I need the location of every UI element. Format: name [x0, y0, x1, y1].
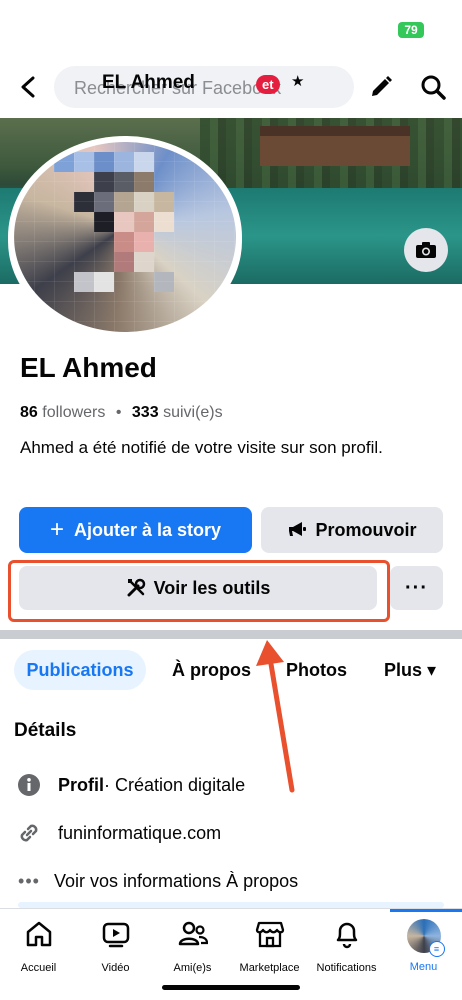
ellipsis-icon: •••: [18, 870, 40, 891]
tab-more[interactable]: Plus ▾: [384, 650, 436, 690]
following-label[interactable]: suivi(e)s: [163, 404, 223, 421]
avatar[interactable]: [8, 136, 242, 338]
search-input[interactable]: Rechercher sur Facebook: [54, 66, 354, 108]
nav-menu-label: Menu: [409, 961, 438, 973]
top-nav: Rechercher sur Facebook EL Ahmed et ★: [0, 62, 462, 112]
camera-icon[interactable]: [404, 228, 448, 272]
details-title: Détails: [14, 720, 77, 741]
home-indicator: [162, 985, 300, 990]
nav-video[interactable]: Vidéo: [77, 919, 154, 974]
nav-home-label: Accueil: [20, 962, 57, 974]
video-icon: [101, 919, 131, 954]
friends-icon: [178, 919, 208, 954]
battery-indicator: 79: [398, 22, 424, 38]
profile-type-value: · Création digitale: [104, 774, 246, 795]
status-bar: 79: [0, 0, 462, 54]
nav-marketplace-label: Marketplace: [239, 962, 300, 974]
nav-notifications[interactable]: Notifications: [308, 919, 385, 974]
more-info-label: Voir vos informations À propos: [54, 870, 299, 891]
plus-icon: +: [49, 516, 64, 543]
avatar-image: [14, 142, 236, 332]
detail-website[interactable]: funinformatique.com: [14, 818, 221, 848]
menu-lines-icon: ≡: [428, 941, 445, 957]
profile-type-label: Profil: [58, 774, 105, 795]
search-icon[interactable]: [418, 72, 448, 102]
nav-friends-label: Ami(e)s: [173, 962, 212, 974]
nav-friends[interactable]: Ami(e)s: [154, 919, 231, 974]
promote-button[interactable]: Promouvoir: [261, 507, 443, 553]
back-arrow-icon[interactable]: [14, 72, 44, 102]
tab-about[interactable]: À propos: [172, 650, 251, 690]
link-icon: [14, 821, 44, 845]
profile-bio: Ahmed a été notifié de votre visite sur …: [20, 438, 383, 457]
annotation-arrow: [256, 640, 295, 793]
page-title: EL Ahmed: [102, 72, 195, 93]
promote-label: Promouvoir: [315, 519, 417, 540]
more-options-button[interactable]: ···: [390, 566, 443, 610]
followers-label[interactable]: followers: [42, 404, 105, 421]
following-count[interactable]: 333: [132, 404, 159, 421]
menu-avatar: ≡: [406, 919, 445, 957]
profile-name: EL Ahmed: [20, 352, 157, 383]
nav-marketplace[interactable]: Marketplace: [231, 919, 308, 974]
status-badge: et: [256, 75, 280, 94]
stats-separator: •: [115, 404, 122, 421]
marketplace-icon: [255, 919, 285, 954]
detail-profile-type: Profil · Création digitale: [14, 770, 245, 800]
add-story-label: Ajouter à la story: [73, 519, 222, 540]
nav-notifications-label: Notifications: [316, 962, 377, 974]
section-divider: [0, 630, 462, 639]
detail-more-info[interactable]: ••• Voir vos informations À propos: [14, 866, 298, 896]
nav-home[interactable]: Accueil: [0, 919, 77, 974]
bell-icon: [332, 919, 362, 954]
add-story-button[interactable]: + Ajouter à la story: [19, 507, 252, 553]
info-icon: [14, 773, 44, 797]
tab-publications[interactable]: Publications: [14, 650, 146, 690]
star-icon: ★: [291, 73, 305, 90]
cover-cabin: [260, 126, 410, 166]
home-icon: [24, 919, 54, 954]
nav-video-label: Vidéo: [101, 962, 130, 974]
pencil-icon[interactable]: [366, 72, 396, 102]
profile-stats: 86 followers • 333 suivi(e)s: [20, 404, 223, 422]
highlight-annotation: [8, 560, 390, 622]
megaphone-icon: [287, 521, 307, 539]
nav-menu[interactable]: ≡ Menu: [385, 919, 462, 973]
followers-count[interactable]: 86: [20, 404, 38, 421]
active-indicator: [390, 909, 462, 912]
website-link[interactable]: funinformatique.com: [58, 823, 221, 844]
